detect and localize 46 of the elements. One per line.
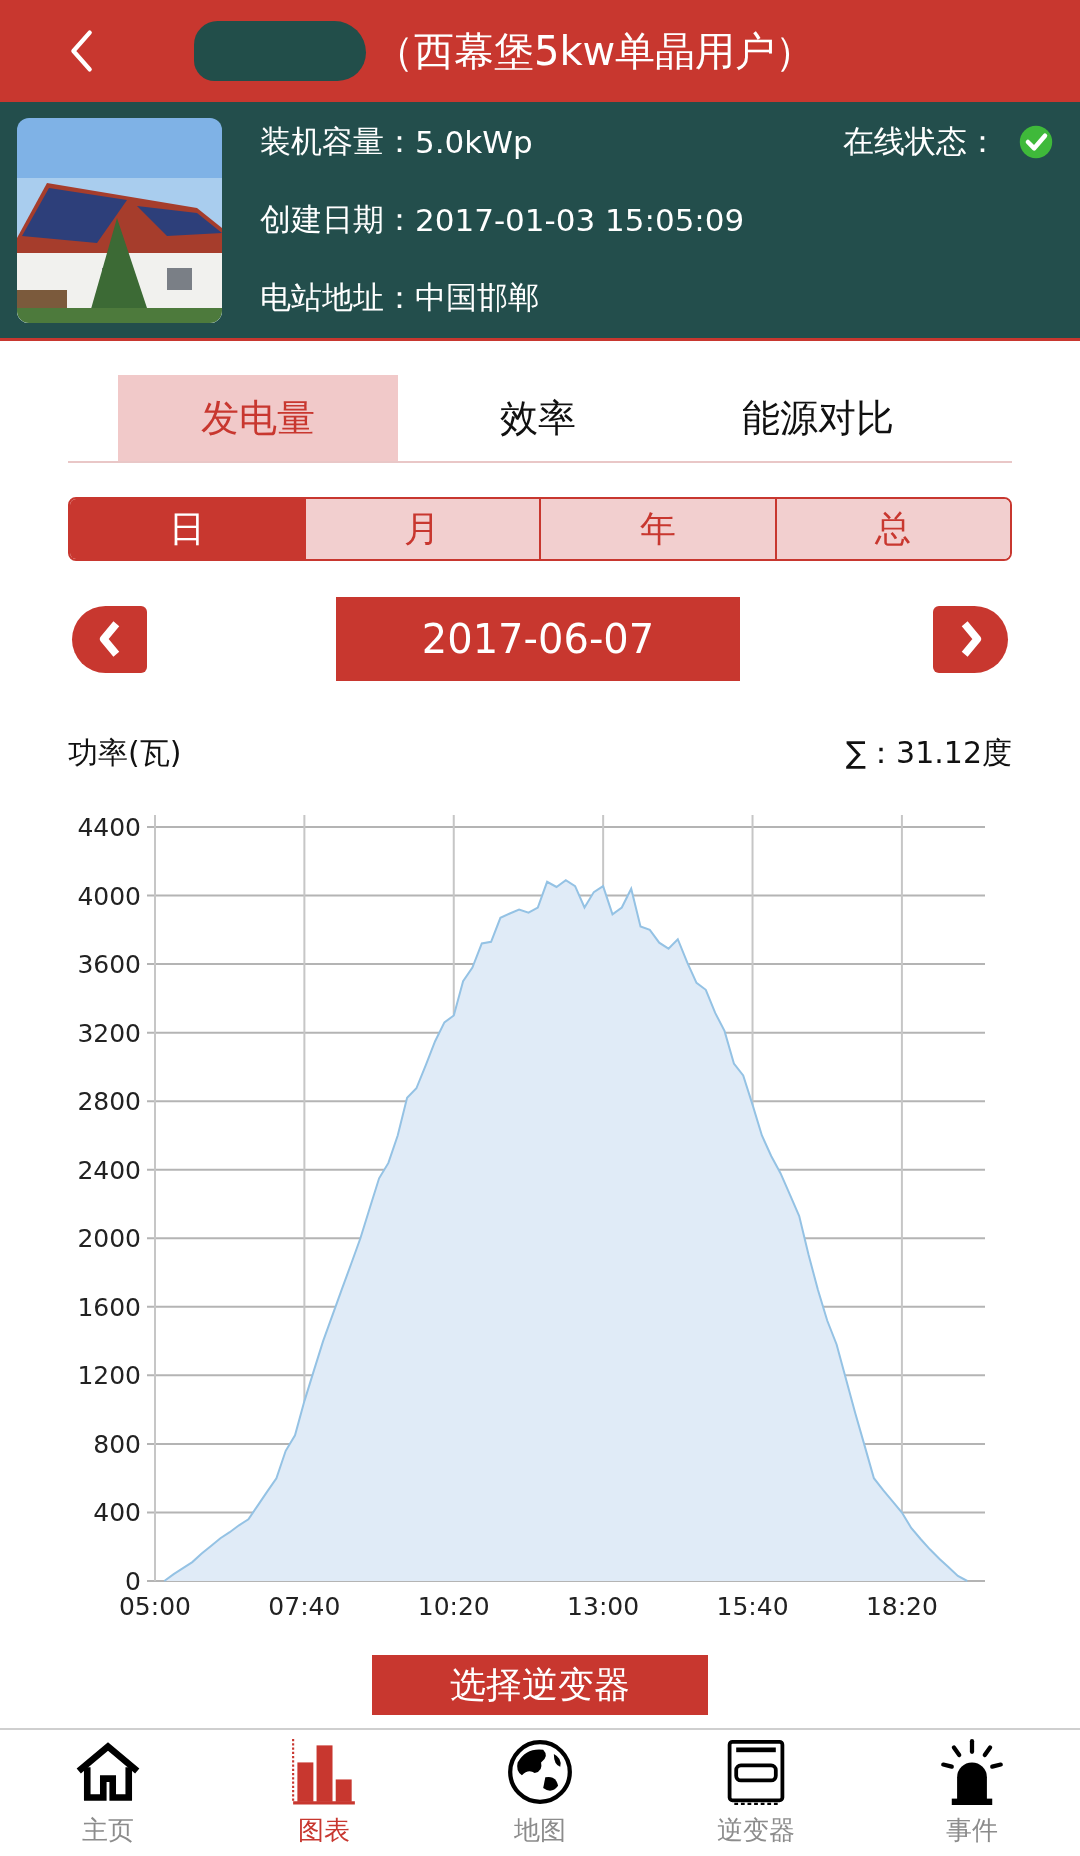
axis-label: 3600 <box>77 950 141 980</box>
next-button[interactable] <box>933 605 1008 673</box>
field-value: 中国邯郸 <box>415 278 539 317</box>
nav-item[interactable]: 主页 <box>0 1730 216 1856</box>
previous-button[interactable] <box>72 605 147 673</box>
axis-label: 10:20 <box>417 1592 490 1621</box>
alarm-light-icon <box>939 1738 1005 1805</box>
axis-label: 2800 <box>77 1087 141 1117</box>
date-button[interactable]: 2017-06-07 <box>336 597 740 681</box>
field-label: 创建日期： <box>260 200 415 239</box>
axis-label: 1600 <box>77 1292 141 1322</box>
globe-icon <box>507 1738 573 1805</box>
tab[interactable]: 发电量 <box>118 375 398 461</box>
axis-title: 功率(瓦) <box>68 733 182 772</box>
field-value: 2017-01-03 15:05:09 <box>415 202 745 238</box>
axis-label: 13:00 <box>567 1592 640 1621</box>
axis-label: 4400 <box>77 813 141 842</box>
axis-label: 1200 <box>77 1361 141 1391</box>
period-tab[interactable]: 月 <box>303 499 539 559</box>
status-label: 在线状态： <box>843 122 998 161</box>
nav-item[interactable]: 事件 <box>864 1730 1080 1856</box>
period-tab[interactable]: 年 <box>539 499 775 559</box>
axis-label: 4000 <box>77 881 141 911</box>
daily-total: ∑：31.12度 <box>845 733 1012 772</box>
field-value: 5.0kWp <box>415 124 533 160</box>
bar-chart-icon <box>291 1738 357 1805</box>
period-tab[interactable]: 日 <box>70 499 304 559</box>
field-label: 电站地址： <box>260 278 415 317</box>
axis-label: 07:40 <box>268 1592 341 1621</box>
nav-item[interactable]: 地图 <box>432 1730 648 1856</box>
nav-item[interactable]: 图表 <box>216 1730 432 1856</box>
axis-label: 2400 <box>77 1155 141 1185</box>
tab[interactable]: 效率 <box>398 375 678 461</box>
nav-item[interactable]: 逆变器 <box>648 1730 864 1856</box>
axis-label: 3200 <box>77 1018 141 1048</box>
axis-label: 800 <box>93 1429 141 1459</box>
axis-label: 2000 <box>77 1224 141 1254</box>
axis-label: 15:40 <box>716 1592 789 1621</box>
station-title: （西幕堡5kw单晶用户） <box>374 26 816 76</box>
axis-label: 18:20 <box>865 1592 938 1621</box>
period-tab[interactable]: 总 <box>774 499 1010 559</box>
tab[interactable]: 能源对比 <box>678 375 958 461</box>
back-icon[interactable] <box>68 29 94 73</box>
axis-label: 400 <box>93 1498 141 1528</box>
select-inverter-button[interactable]: 选择逆变器 <box>372 1655 708 1715</box>
field-label: 装机容量： <box>260 122 415 161</box>
